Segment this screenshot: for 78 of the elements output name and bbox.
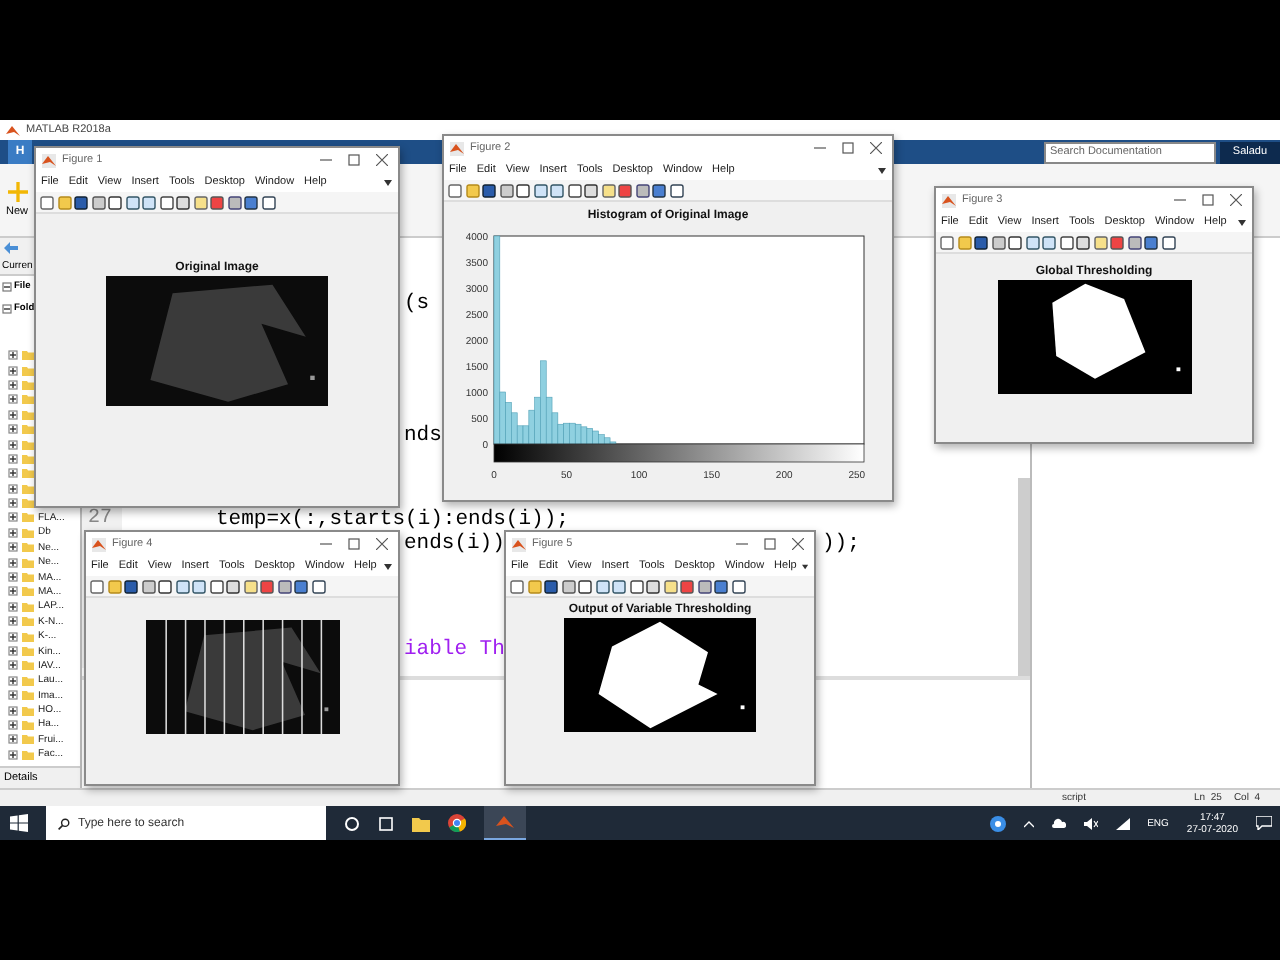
expand-toggle-icon[interactable] xyxy=(8,409,18,420)
windows-start-icon[interactable] xyxy=(10,814,28,832)
expand-toggle-icon[interactable] xyxy=(2,304,12,314)
expand-toggle-icon[interactable] xyxy=(8,394,18,405)
code-text: )); xyxy=(822,534,860,554)
minimize-icon[interactable] xyxy=(320,538,332,550)
expand-toggle-icon[interactable] xyxy=(8,453,18,464)
scrollbar[interactable] xyxy=(1018,478,1030,678)
expand-toggle-icon[interactable] xyxy=(8,557,18,568)
search-icon xyxy=(58,817,70,829)
file-explorer-icon[interactable] xyxy=(412,815,430,831)
maximize-icon[interactable] xyxy=(842,142,854,154)
maximize-icon[interactable] xyxy=(348,538,360,550)
minimize-icon[interactable] xyxy=(320,154,332,166)
expand-toggle-icon[interactable] xyxy=(8,675,18,686)
caret-icon[interactable] xyxy=(1238,219,1246,225)
expand-toggle-icon[interactable] xyxy=(8,542,18,553)
expand-toggle-icon[interactable] xyxy=(8,483,18,494)
expand-toggle-icon[interactable] xyxy=(8,646,18,656)
close-icon[interactable] xyxy=(376,154,388,166)
expand-toggle-icon[interactable] xyxy=(8,527,18,538)
task-view-icon[interactable] xyxy=(378,815,394,831)
minimize-icon[interactable] xyxy=(736,538,748,550)
expand-toggle-icon[interactable] xyxy=(8,705,18,716)
expand-toggle-icon[interactable] xyxy=(8,601,18,612)
matlab-logo-icon xyxy=(512,537,526,551)
expand-toggle-icon[interactable] xyxy=(8,631,18,642)
code-text: ends(i)) xyxy=(404,534,505,554)
speaker-icon[interactable] xyxy=(1083,817,1098,829)
chrome-icon[interactable] xyxy=(448,814,466,832)
expand-toggle-icon[interactable] xyxy=(8,468,18,479)
string-text: iable Th xyxy=(404,640,505,660)
cortana-icon[interactable] xyxy=(344,815,360,831)
matlab-logo-icon xyxy=(496,813,514,831)
expand-toggle-icon[interactable] xyxy=(8,365,18,376)
matlab-taskbar-button[interactable] xyxy=(484,806,526,840)
notification-icon[interactable] xyxy=(1256,816,1272,830)
expand-toggle-icon[interactable] xyxy=(8,572,18,583)
expand-toggle-icon[interactable] xyxy=(8,439,18,450)
caret-icon[interactable] xyxy=(384,563,392,569)
minimize-icon[interactable] xyxy=(1174,194,1186,206)
code-text: nds xyxy=(404,426,442,446)
matlab-logo-icon xyxy=(450,141,464,155)
close-icon[interactable] xyxy=(870,142,882,154)
matlab-logo-icon xyxy=(92,537,106,551)
expand-toggle-icon[interactable] xyxy=(8,350,18,361)
maximize-icon[interactable] xyxy=(1202,194,1214,206)
expand-toggle-icon[interactable] xyxy=(8,690,18,701)
expand-toggle-icon[interactable] xyxy=(8,586,18,597)
matlab-logo-icon xyxy=(942,193,956,207)
caret-icon[interactable] xyxy=(801,563,808,569)
expand-toggle-icon[interactable] xyxy=(8,719,18,730)
expand-toggle-icon[interactable] xyxy=(8,498,18,509)
expand-toggle-icon[interactable] xyxy=(8,512,18,523)
maximize-icon[interactable] xyxy=(764,538,776,550)
help-icon[interactable] xyxy=(989,815,1006,831)
close-icon[interactable] xyxy=(792,538,804,550)
expand-toggle-icon[interactable] xyxy=(2,282,12,292)
network-icon[interactable] xyxy=(1115,817,1130,829)
line-number: 27 xyxy=(88,510,113,530)
minimize-icon[interactable] xyxy=(814,142,826,154)
close-icon[interactable] xyxy=(1230,194,1242,206)
caret-icon[interactable] xyxy=(384,179,392,185)
code-text: temp=x(:,starts(i):ends(i)); xyxy=(216,510,569,530)
caret-icon[interactable] xyxy=(1023,819,1034,827)
cloud-icon[interactable] xyxy=(1051,818,1066,828)
expand-toggle-icon[interactable] xyxy=(8,749,18,760)
expand-toggle-icon[interactable] xyxy=(8,734,18,745)
expand-toggle-icon[interactable] xyxy=(8,660,18,671)
close-icon[interactable] xyxy=(376,538,388,550)
plus-icon xyxy=(7,182,27,202)
code-text: (s xyxy=(404,294,430,314)
expand-toggle-icon[interactable] xyxy=(8,424,18,435)
back-arrow-icon[interactable] xyxy=(4,242,18,254)
expand-toggle-icon[interactable] xyxy=(8,379,18,390)
expand-toggle-icon[interactable] xyxy=(8,616,18,627)
maximize-icon[interactable] xyxy=(348,154,360,166)
matlab-logo-icon xyxy=(42,153,56,167)
